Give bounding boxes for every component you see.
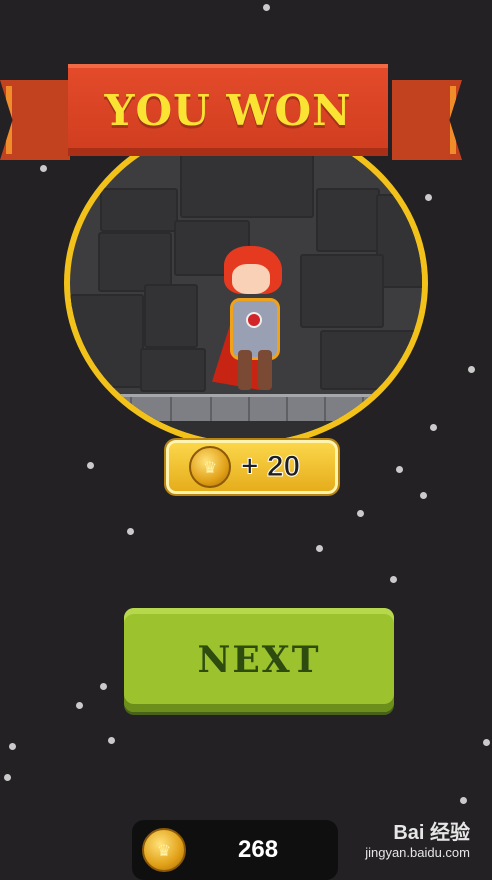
next-button[interactable]: NEXT <box>124 608 394 712</box>
banner-title: YOU WON <box>104 85 352 135</box>
hero-armor <box>230 298 280 360</box>
hero-face <box>232 264 270 294</box>
next-button-label: NEXT <box>197 639 321 681</box>
hero-character <box>208 246 298 396</box>
wall-brick <box>144 284 198 348</box>
star <box>4 774 11 781</box>
hero-leg <box>238 350 252 390</box>
star <box>87 462 94 469</box>
star <box>396 466 403 473</box>
wall-brick <box>98 232 172 292</box>
star <box>76 702 83 709</box>
wall-brick <box>316 188 380 252</box>
hero-leg <box>258 350 272 390</box>
coin-balance: 268 <box>238 836 279 863</box>
watermark-logo: Bai 经验 <box>393 822 470 844</box>
star <box>390 576 397 583</box>
crown-coin-icon: ♛ <box>189 446 231 488</box>
watermark-url: jingyan.baidu.com <box>365 845 470 860</box>
star <box>425 194 432 201</box>
star <box>420 492 427 499</box>
reward-amount: + 20 <box>240 450 301 484</box>
wall-brick <box>100 188 178 232</box>
victory-scene <box>64 118 428 448</box>
wall-brick <box>180 154 314 218</box>
star <box>108 737 115 744</box>
wall-brick <box>70 294 144 388</box>
watermark: Bai 经验 jingyan.baidu.com <box>365 816 470 860</box>
star <box>127 528 134 535</box>
coin-balance-bar: ♛ 268 <box>132 820 338 880</box>
star <box>460 797 467 804</box>
wall-brick <box>140 348 206 392</box>
star <box>40 165 47 172</box>
wall-brick <box>320 330 422 390</box>
star <box>100 683 107 690</box>
star <box>468 366 475 373</box>
star <box>263 4 270 11</box>
star <box>9 743 16 750</box>
hero-gem <box>246 312 262 328</box>
star <box>483 739 490 746</box>
reward-badge: ♛ + 20 <box>166 440 338 494</box>
wall-brick <box>300 254 384 328</box>
star <box>357 510 364 517</box>
star <box>430 424 437 431</box>
crown-coin-icon: ♛ <box>142 828 186 872</box>
stone-floor <box>70 394 422 421</box>
you-won-banner: YOU WON <box>68 64 388 156</box>
star <box>316 545 323 552</box>
